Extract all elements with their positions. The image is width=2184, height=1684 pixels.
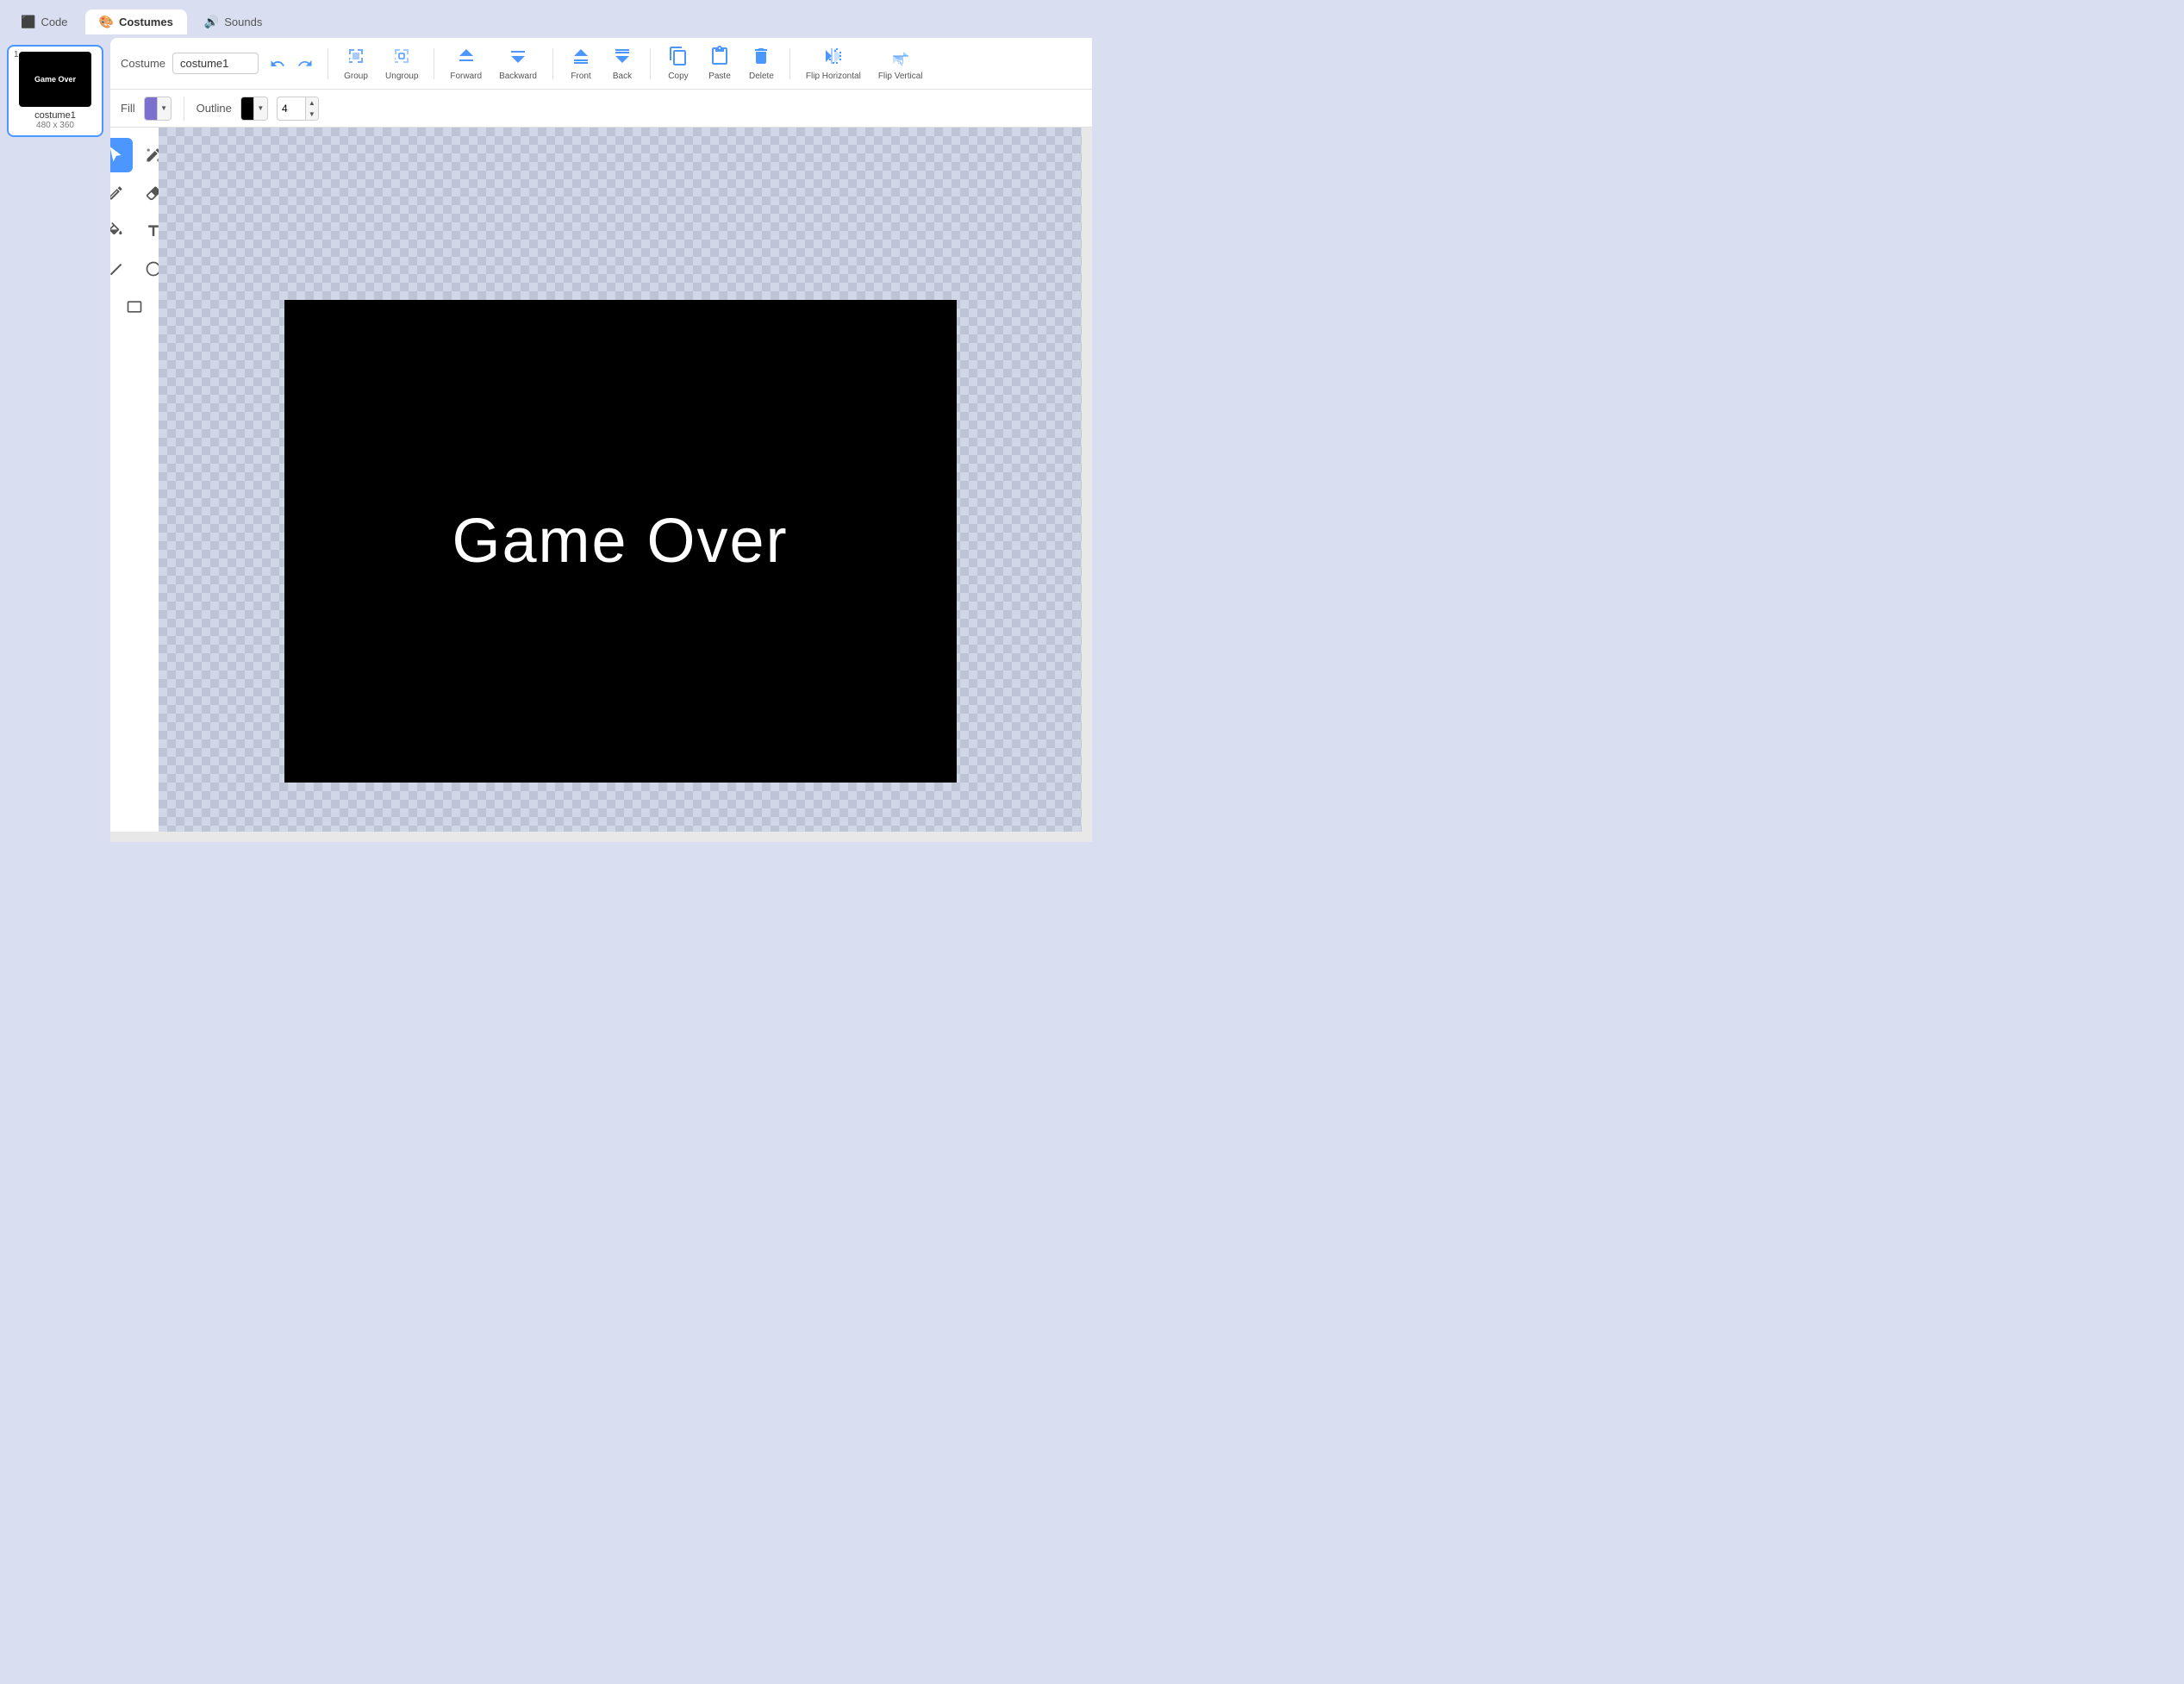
- undo-button[interactable]: [265, 52, 290, 76]
- pencil-tool[interactable]: [110, 176, 133, 210]
- delete-label: Delete: [749, 72, 774, 81]
- outline-color-swatch[interactable]: ▼: [240, 97, 268, 121]
- fill-row: Fill ▼ Outline ▼ ▲ ▼: [110, 90, 1092, 128]
- spin-down[interactable]: ▼: [306, 109, 318, 120]
- canvas-area[interactable]: Game Over: [159, 128, 1082, 832]
- costume-item-name: costume1: [34, 110, 76, 121]
- costume-label: Costume: [121, 57, 165, 70]
- tab-costumes[interactable]: 🎨 Costumes: [85, 9, 187, 34]
- flip-v-button[interactable]: Flip Vertical: [873, 42, 928, 84]
- costume-item-size: 480 x 360: [36, 121, 74, 130]
- editor-area: Costume: [110, 38, 1092, 842]
- costume-preview: Game Over: [19, 52, 91, 107]
- canvas-container: Game Over: [110, 128, 1092, 832]
- select-tool[interactable]: [110, 138, 133, 172]
- line-tool[interactable]: [110, 252, 133, 286]
- flip-h-label: Flip Horizontal: [806, 72, 861, 81]
- horizontal-scrollbar[interactable]: [110, 832, 1092, 842]
- backward-label: Backward: [499, 72, 537, 81]
- game-over-text: Game Over: [452, 506, 788, 577]
- paste-icon: [709, 46, 730, 70]
- backward-button[interactable]: Backward: [494, 42, 542, 84]
- paste-label: Paste: [708, 72, 731, 81]
- front-icon: [571, 46, 591, 70]
- outline-color-inner: [241, 97, 253, 120]
- divider-3: [552, 48, 553, 79]
- copy-button[interactable]: Copy: [661, 42, 696, 84]
- game-over-canvas: Game Over: [284, 300, 957, 783]
- tab-code-label: Code: [41, 16, 67, 28]
- copy-icon: [668, 46, 689, 70]
- outline-width-field[interactable]: [278, 103, 305, 115]
- costume-name-input[interactable]: [172, 53, 259, 74]
- fill-tool[interactable]: [110, 214, 133, 248]
- costume-number: 1: [14, 50, 19, 59]
- flip-h-icon: [823, 46, 844, 70]
- paste-button[interactable]: Paste: [702, 42, 737, 84]
- flip-v-label: Flip Vertical: [878, 72, 923, 81]
- tab-sounds-label: Sounds: [224, 16, 262, 28]
- divider-5: [789, 48, 790, 79]
- sounds-icon: 🔊: [204, 15, 219, 29]
- forward-label: Forward: [450, 72, 482, 81]
- outline-dropdown-arrow[interactable]: ▼: [253, 97, 267, 120]
- fill-color-inner: [145, 97, 157, 120]
- group-icon: [346, 46, 366, 70]
- tool-row-5: [117, 290, 152, 324]
- tab-bar: ⬛ Code 🎨 Costumes 🔊 Sounds: [0, 0, 1092, 38]
- divider-4: [650, 48, 651, 79]
- group-label: Group: [344, 72, 368, 81]
- undo-redo-group: [265, 52, 317, 76]
- rect-tool[interactable]: [117, 290, 152, 324]
- tab-code[interactable]: ⬛ Code: [7, 9, 82, 34]
- tab-sounds[interactable]: 🔊 Sounds: [190, 9, 277, 34]
- tab-costumes-label: Costumes: [119, 16, 173, 28]
- code-icon: ⬛: [21, 15, 35, 29]
- spin-up[interactable]: ▲: [306, 97, 318, 109]
- delete-icon: [751, 46, 771, 70]
- redo-button[interactable]: [293, 52, 317, 76]
- toolbar: Costume: [110, 38, 1092, 90]
- vertical-scrollbar[interactable]: [1082, 128, 1092, 832]
- backward-icon: [508, 46, 528, 70]
- costume-preview-text: Game Over: [34, 75, 76, 84]
- ungroup-icon: [391, 46, 412, 70]
- back-button[interactable]: Back: [605, 42, 640, 84]
- back-icon: [612, 46, 633, 70]
- fill-color-swatch[interactable]: ▼: [144, 97, 172, 121]
- group-button[interactable]: Group: [339, 42, 373, 84]
- forward-button[interactable]: Forward: [445, 42, 487, 84]
- outline-label: Outline: [197, 102, 232, 115]
- fill-dropdown-arrow[interactable]: ▼: [157, 97, 171, 120]
- copy-label: Copy: [668, 72, 688, 81]
- flip-h-button[interactable]: Flip Horizontal: [801, 42, 866, 84]
- costumes-icon: 🎨: [99, 15, 114, 29]
- ungroup-button[interactable]: Ungroup: [380, 42, 423, 84]
- flip-v-icon: [890, 46, 911, 70]
- front-label: Front: [571, 72, 590, 81]
- delete-button[interactable]: Delete: [744, 42, 779, 84]
- front-button[interactable]: Front: [564, 42, 598, 84]
- main-layout: 1 Game Over costume1 480 x 360 Costume: [0, 38, 1092, 842]
- fill-label: Fill: [121, 102, 135, 115]
- forward-icon: [456, 46, 477, 70]
- outline-spin: ▲ ▼: [305, 97, 318, 120]
- ungroup-label: Ungroup: [385, 72, 418, 81]
- tool-panel: [110, 128, 159, 832]
- back-label: Back: [613, 72, 632, 81]
- costume-item[interactable]: 1 Game Over costume1 480 x 360: [7, 45, 103, 137]
- costume-panel: 1 Game Over costume1 480 x 360: [0, 38, 110, 842]
- outline-width-input[interactable]: ▲ ▼: [277, 97, 319, 121]
